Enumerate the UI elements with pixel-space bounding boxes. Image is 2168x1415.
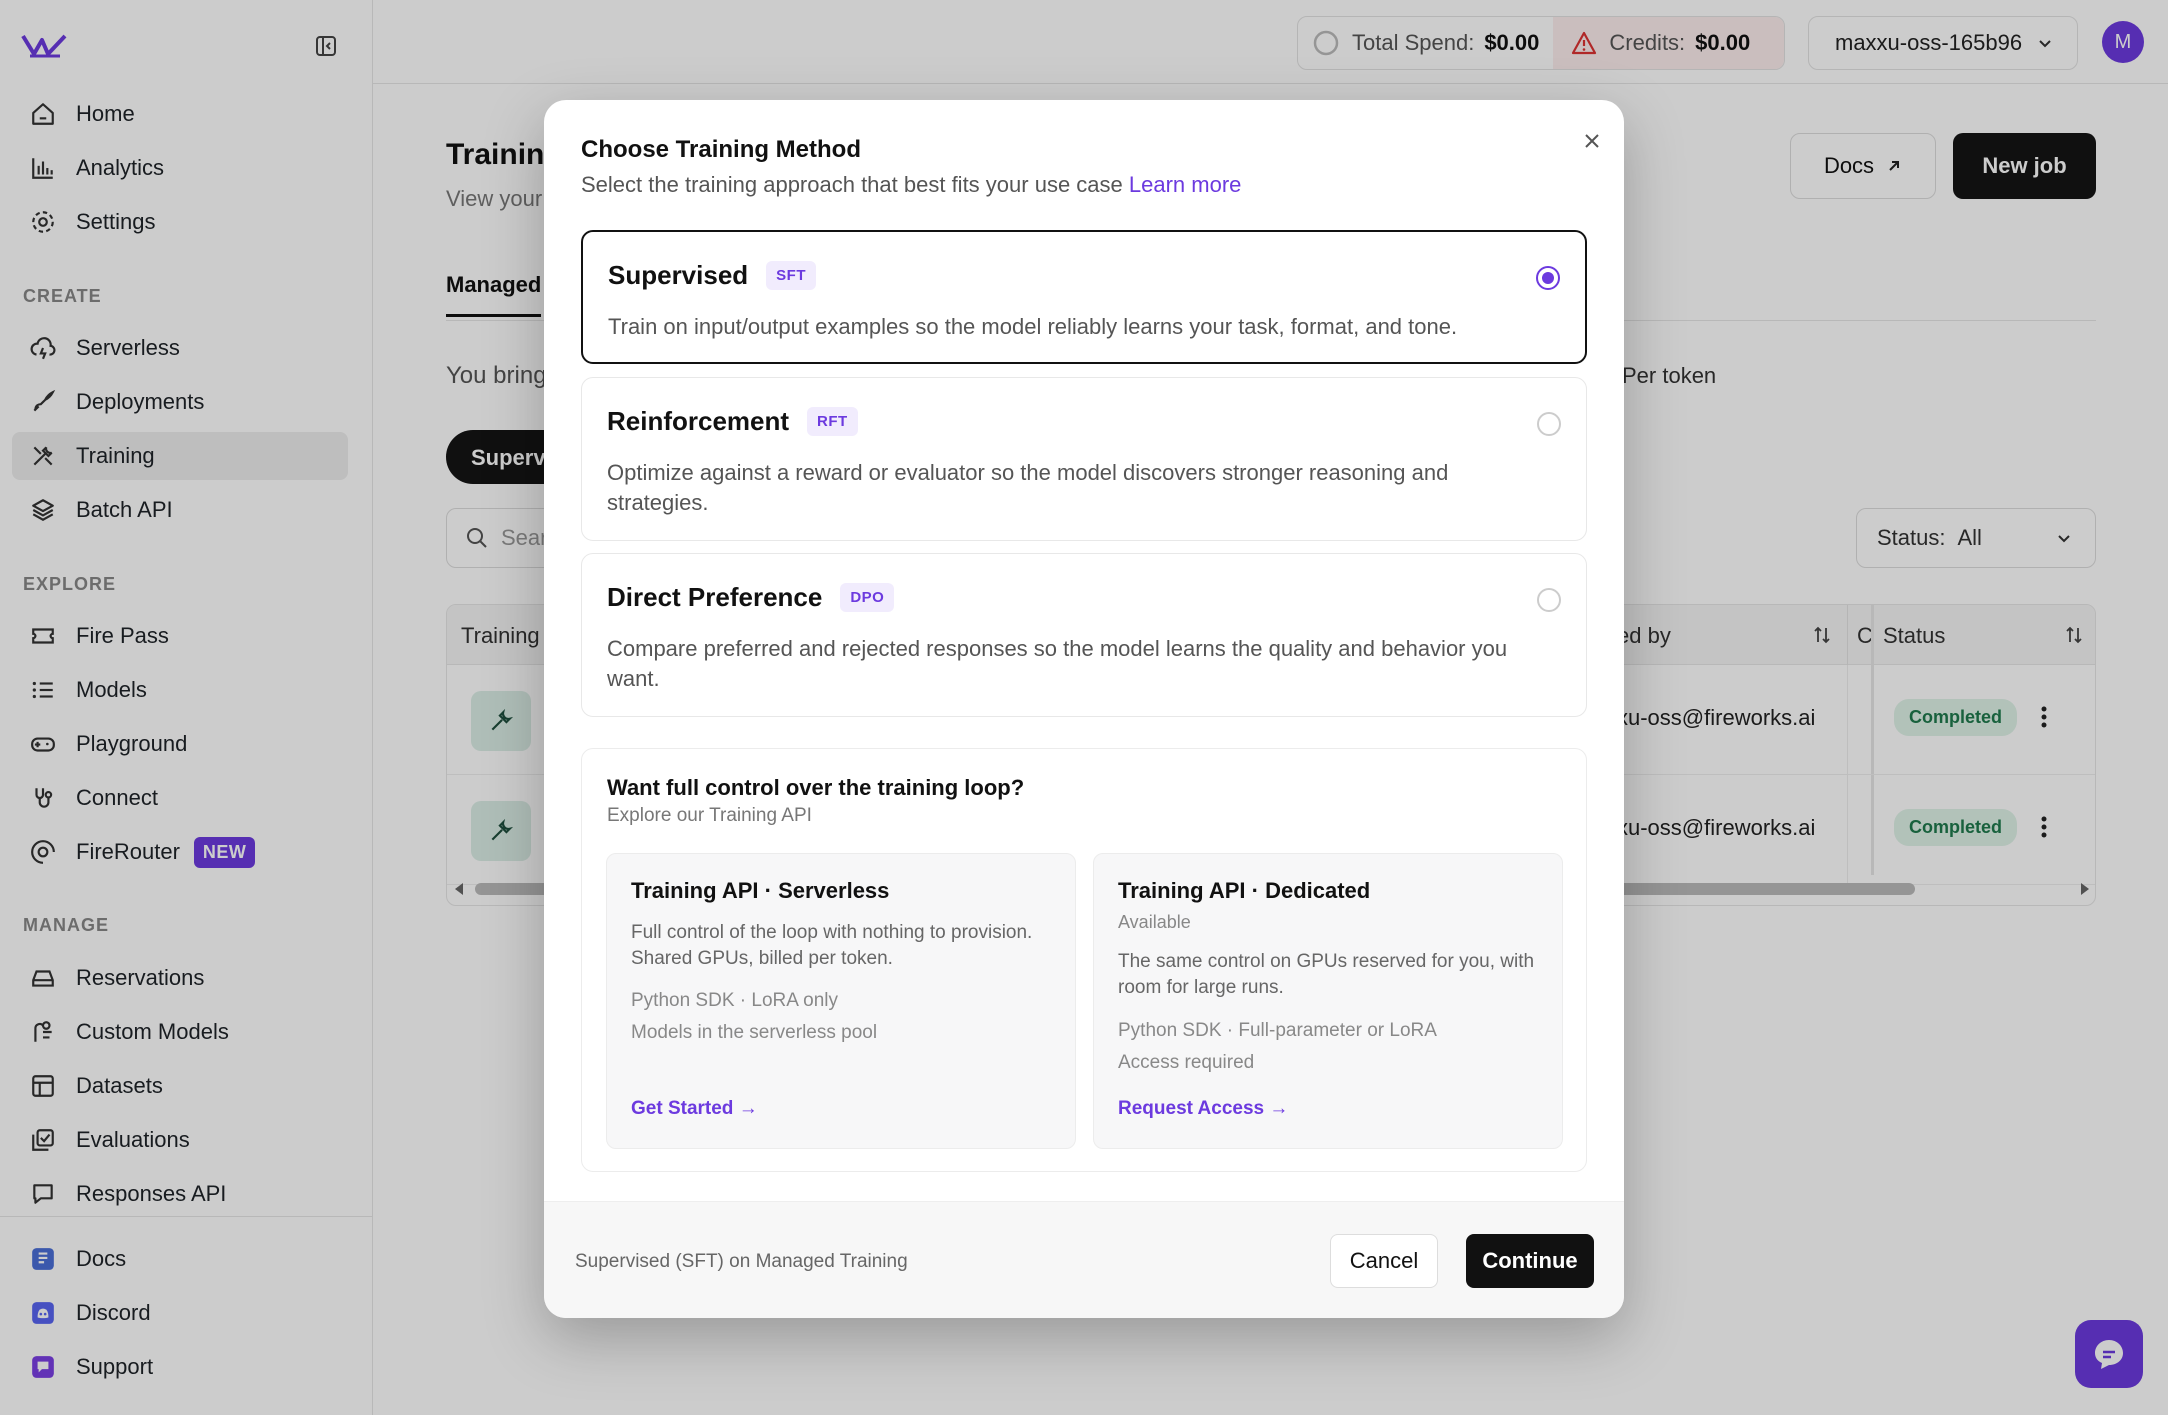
card-meta: Models in the serverless pool: [631, 1022, 878, 1043]
radio-direct-preference[interactable]: [1537, 588, 1561, 612]
continue-button[interactable]: Continue: [1466, 1234, 1594, 1288]
request-access-link[interactable]: Request Access →: [1118, 1098, 1288, 1120]
option-description: Compare preferred and rejected responses…: [607, 636, 1508, 691]
option-reinforcement[interactable]: Reinforcement RFT Optimize against a rewa…: [581, 377, 1587, 541]
card-title: Training API · Dedicated: [1118, 878, 1371, 903]
training-api-section: Want full control over the training loop…: [581, 748, 1587, 1172]
radio-supervised[interactable]: [1536, 266, 1560, 290]
get-started-link[interactable]: Get Started →: [631, 1098, 758, 1120]
option-title: Reinforcement: [607, 406, 790, 436]
option-direct-preference[interactable]: Direct Preference DPO Compare preferred a…: [581, 553, 1587, 717]
card-description: The same control on GPUs reserved for yo…: [1118, 951, 1535, 998]
card-meta: Access required: [1118, 1052, 1255, 1073]
training-api-subtitle: Explore our Training API: [607, 805, 812, 826]
radio-reinforcement[interactable]: [1537, 412, 1561, 436]
option-tag: DPO: [840, 583, 895, 612]
training-api-title: Want full control over the training loop…: [607, 775, 1025, 800]
option-tag: SFT: [766, 261, 817, 290]
close-icon[interactable]: [1577, 126, 1607, 156]
choose-training-method-dialog: Choose Training Method Select the traini…: [544, 100, 1624, 1318]
option-tag: RFT: [807, 407, 858, 436]
dialog-footer: Supervised (SFT) on Managed Training Can…: [544, 1201, 1624, 1318]
dialog-subtitle: Select the training approach that best f…: [581, 172, 1241, 198]
option-supervised[interactable]: Supervised SFT Train on input/output exam…: [581, 230, 1587, 364]
learn-more-link[interactable]: Learn more: [1129, 172, 1242, 197]
card-title: Training API · Serverless: [631, 878, 890, 903]
option-title: Supervised: [608, 260, 749, 290]
dialog-subtitle-text: Select the training approach that best f…: [581, 172, 1123, 197]
cancel-button[interactable]: Cancel: [1330, 1234, 1438, 1288]
card-training-api-dedicated[interactable]: Training API · Dedicated Available The s…: [1093, 853, 1563, 1149]
card-meta: Python SDK · LoRA only: [631, 990, 838, 1011]
dialog-title: Choose Training Method: [581, 136, 861, 163]
card-description: Full control of the loop with nothing to…: [631, 922, 1033, 969]
card-meta: Python SDK · Full-parameter or LoRA: [1118, 1020, 1437, 1041]
selection-summary: Supervised (SFT) on Managed Training: [575, 1251, 908, 1272]
card-training-api-serverless[interactable]: Training API · Serverless Full control o…: [606, 853, 1076, 1149]
card-availability: Available: [1118, 912, 1191, 932]
option-description: Train on input/output examples so the mo…: [608, 314, 1458, 339]
option-description: Optimize against a reward or evaluator s…: [607, 460, 1449, 515]
option-title: Direct Preference: [607, 582, 823, 612]
